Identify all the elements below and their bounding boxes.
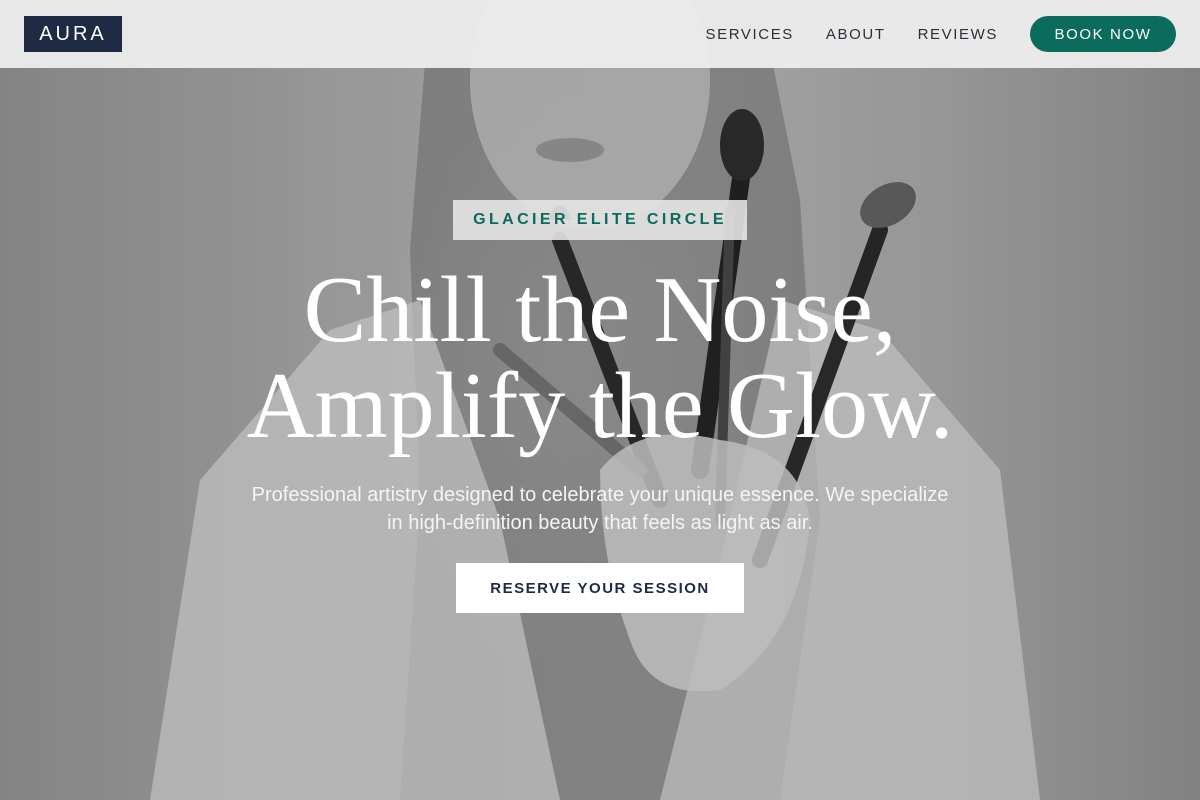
headline-line-2: Amplify the Glow.: [246, 354, 954, 458]
book-now-button[interactable]: BOOK NOW: [1030, 16, 1176, 52]
nav-link-reviews[interactable]: REVIEWS: [918, 26, 998, 43]
nav-link-about[interactable]: ABOUT: [826, 26, 886, 43]
nav-link-services[interactable]: SERVICES: [706, 26, 794, 43]
brand-logo[interactable]: AURA: [24, 16, 122, 52]
hero-headline: Chill the Noise, Amplify the Glow.: [0, 262, 1200, 454]
headline-line-1: Chill the Noise,: [303, 258, 897, 362]
hero-badge: GLACIER ELITE CIRCLE: [453, 200, 747, 240]
reserve-session-button[interactable]: RESERVE YOUR SESSION: [456, 563, 744, 613]
site-header: AURA SERVICES ABOUT REVIEWS BOOK NOW: [0, 0, 1200, 68]
hero-description: Professional artistry designed to celebr…: [251, 484, 949, 534]
main-nav: SERVICES ABOUT REVIEWS BOOK NOW: [706, 16, 1176, 52]
